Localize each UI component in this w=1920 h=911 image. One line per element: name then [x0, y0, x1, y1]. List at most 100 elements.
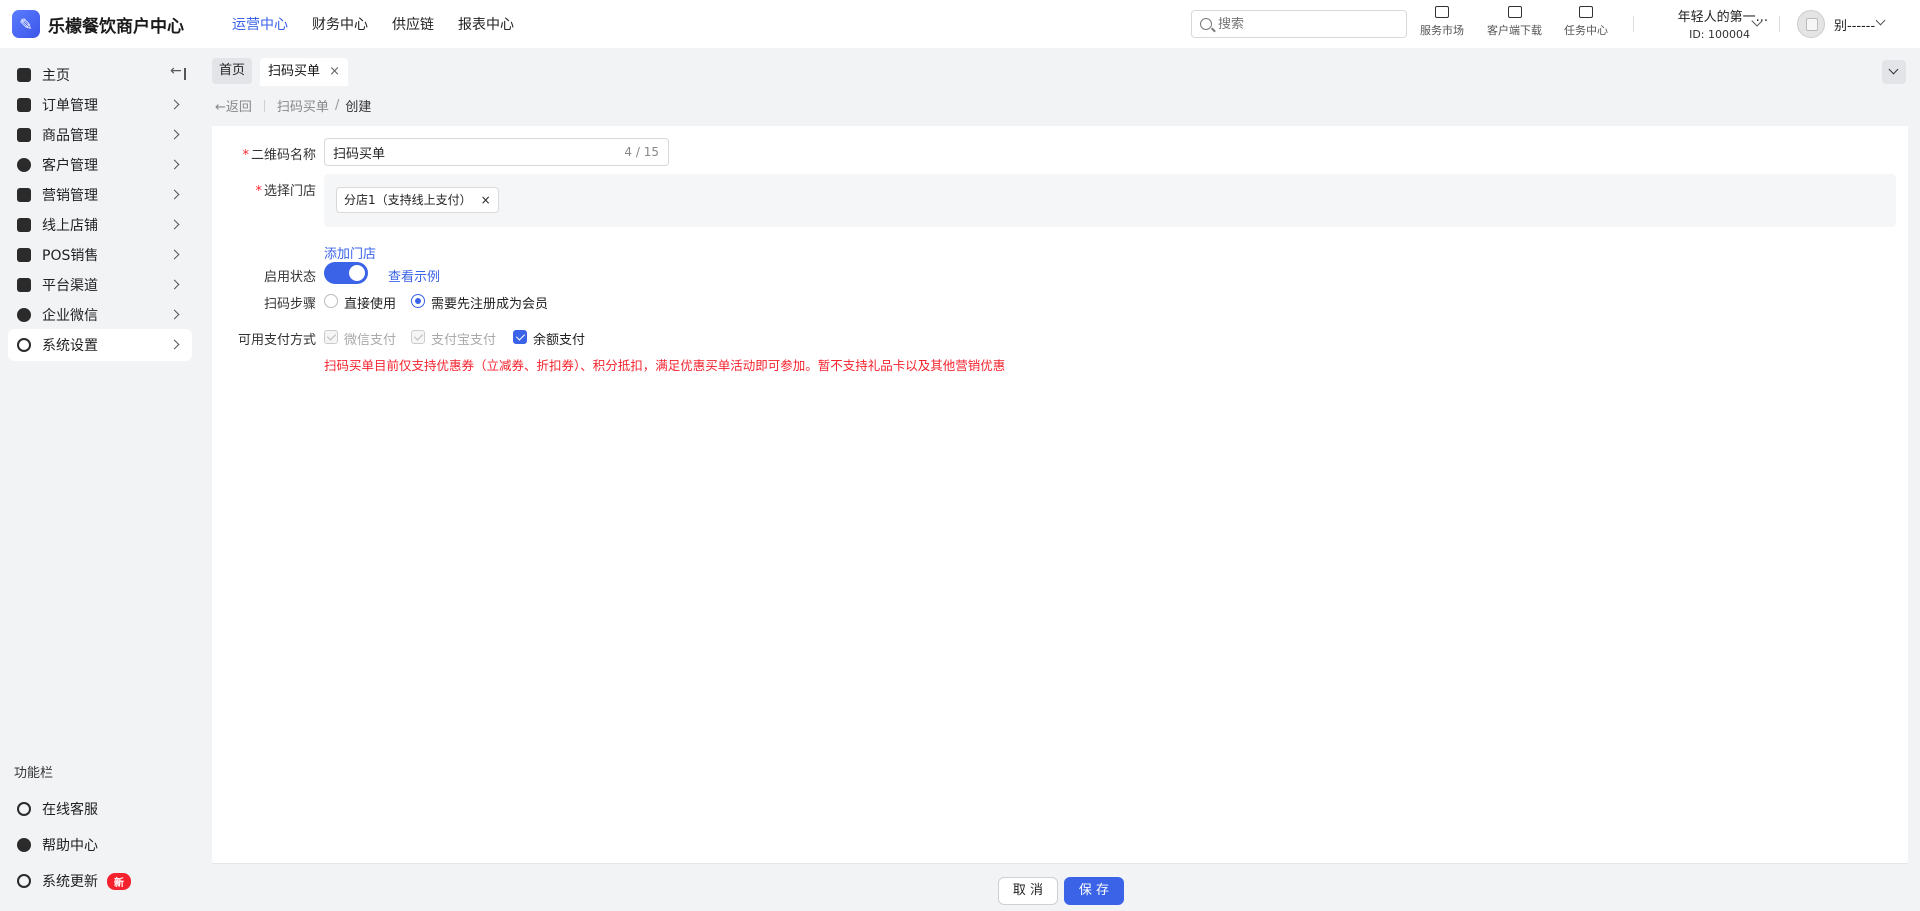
account-id: ID: 100004: [1689, 28, 1750, 41]
sidebar-item-label: POS销售: [42, 248, 99, 264]
search-icon: [1200, 18, 1212, 30]
back-button[interactable]: ←返回: [215, 96, 252, 115]
tool-label: 任务中心: [1564, 24, 1608, 37]
chevron-right-icon: [169, 129, 180, 140]
home-icon: [17, 68, 31, 82]
breadcrumb-parent[interactable]: 扫码买单: [277, 96, 329, 115]
add-store-link[interactable]: 添加门店: [324, 243, 376, 262]
checkbox-label: 余额支付: [533, 333, 586, 348]
breadcrumb-current: 创建: [345, 100, 372, 115]
form-panel: * 二维码名称 扫码买单 4 / 15 * 选择门店 分店1（支持线上支付） × 添…: [212, 126, 1908, 863]
radio-direct-use[interactable]: [324, 294, 338, 308]
sidebar-item-marketing[interactable]: 营销管理: [8, 179, 192, 211]
product-icon: [17, 128, 31, 142]
divider: [263, 99, 265, 112]
avatar[interactable]: [1797, 10, 1825, 38]
save-button[interactable]: 保 存: [1064, 877, 1124, 905]
store-select[interactable]: 分店1（支持线上支付） ×: [324, 174, 1896, 227]
breadcrumb-separator: /: [334, 98, 340, 113]
clipboard-icon: [1579, 6, 1593, 18]
char-counter: 4 / 15: [624, 145, 659, 159]
tool-client-download[interactable]: 客户端下载: [1487, 6, 1542, 38]
checkbox-label: 微信支付: [344, 333, 397, 348]
status-toggle[interactable]: [324, 262, 368, 284]
channel-icon: [17, 278, 31, 292]
qr-name-input[interactable]: 扫码买单 4 / 15: [324, 138, 669, 166]
footer-actions: 取 消 保 存: [212, 863, 1908, 911]
qr-name-value: 扫码买单: [333, 146, 386, 162]
brand[interactable]: ✎ 乐檬餐饮商户中心: [12, 10, 208, 38]
sidebar-item-settings[interactable]: 系统设置: [8, 329, 192, 361]
sidebar-item-label: 系统设置: [42, 338, 98, 354]
sidebar-section-label: 功能栏: [14, 766, 54, 781]
view-example-link[interactable]: 查看示例: [388, 266, 440, 285]
checkbox-balance-pay[interactable]: [513, 330, 527, 344]
account-name: 年轻人的第一...: [1677, 10, 1768, 25]
checkbox-wechat-pay[interactable]: [324, 330, 338, 344]
qr-name-label: * 二维码名称: [242, 148, 316, 163]
sidebar-item-label: 平台渠道: [42, 278, 98, 294]
checkbox-alipay[interactable]: [411, 330, 425, 344]
sidebar-item-channels[interactable]: 平台渠道: [8, 269, 192, 301]
new-badge: 新: [107, 872, 131, 890]
tool-task-center[interactable]: 任务中心: [1564, 6, 1608, 38]
store-tag: 分店1（支持线上支付） ×: [336, 187, 499, 213]
close-icon[interactable]: ×: [481, 188, 491, 212]
search-box[interactable]: [1191, 10, 1407, 38]
sidebar-item-customers[interactable]: 客户管理: [8, 149, 192, 181]
folder-download-icon: [1507, 6, 1522, 18]
chevron-right-icon: [169, 189, 180, 200]
sidebar-item-label: 订单管理: [42, 98, 98, 114]
username[interactable]: 别------: [1834, 15, 1875, 34]
steps-label: 扫码步骤: [263, 297, 316, 312]
chevron-right-icon: [169, 159, 180, 170]
sidebar-item-label: 帮助中心: [42, 838, 98, 854]
search-input[interactable]: [1218, 16, 1388, 32]
sidebar-item-online-support[interactable]: 在线客服: [8, 793, 192, 825]
sidebar-item-help[interactable]: 帮助中心: [8, 829, 192, 861]
sidebar-item-label: 营销管理: [42, 188, 98, 204]
radio-label: 直接使用: [344, 297, 397, 312]
tab-home[interactable]: 首页: [212, 58, 253, 84]
sidebar-item-online-store[interactable]: 线上店铺: [8, 209, 192, 241]
close-icon[interactable]: ×: [329, 58, 340, 86]
top-nav-reports[interactable]: 报表中心: [458, 14, 514, 34]
top-nav-operations[interactable]: 运营中心: [232, 14, 288, 34]
brand-name: 乐檬餐饮商户中心: [48, 16, 184, 37]
tabs-dropdown-button[interactable]: [1882, 60, 1906, 84]
tab-label: 扫码买单: [268, 64, 321, 79]
store-label: * 选择门店: [255, 184, 316, 199]
breadcrumb: ←返回 扫码买单 / 创建: [215, 96, 371, 115]
collapse-sidebar-icon[interactable]: [170, 63, 186, 80]
radio-register-member[interactable]: [411, 294, 425, 308]
top-nav-finance[interactable]: 财务中心: [312, 14, 368, 34]
sidebar-item-pos[interactable]: POS销售: [8, 239, 192, 271]
brand-logo-icon: ✎: [12, 10, 40, 38]
payment-label: 可用支付方式: [237, 333, 316, 348]
tool-label: 服务市场: [1420, 24, 1464, 37]
cancel-button[interactable]: 取 消: [998, 877, 1058, 905]
sidebar-item-system-update[interactable]: 系统更新 新: [8, 865, 192, 897]
payment-warning: 扫码买单目前仅支持优惠券（立减券、折扣券）、积分抵扣，满足优惠买单活动即可参加。…: [324, 358, 1006, 373]
gear-icon: [17, 338, 31, 352]
sidebar-item-label: 在线客服: [42, 802, 98, 818]
sidebar-item-home[interactable]: 主页: [8, 59, 192, 91]
sidebar-item-products[interactable]: 商品管理: [8, 119, 192, 151]
status-label: 启用状态: [263, 270, 316, 285]
arrow-left-icon: ←: [215, 100, 226, 115]
refresh-icon: [17, 874, 31, 888]
top-nav-supply-chain[interactable]: 供应链: [392, 14, 434, 34]
sidebar-item-label: 商品管理: [42, 128, 98, 144]
user-icon: [17, 158, 31, 172]
order-icon: [17, 98, 31, 112]
sidebar-item-label: 线上店铺: [42, 218, 98, 234]
sidebar-item-orders[interactable]: 订单管理: [8, 89, 192, 121]
sidebar-item-wecom[interactable]: 企业微信: [8, 299, 192, 331]
top-bar: ✎ 乐檬餐饮商户中心 运营中心 财务中心 供应链 报表中心: [0, 0, 1920, 48]
tab-scan-pay[interactable]: 扫码买单 ×: [260, 58, 349, 86]
tool-service-market[interactable]: 服务市场: [1420, 6, 1464, 38]
chevron-right-icon: [169, 249, 180, 260]
account-switcher[interactable]: 年轻人的第一... ID: 100004: [1648, 6, 1768, 41]
help-icon: [17, 838, 31, 852]
chevron-right-icon: [169, 339, 180, 350]
